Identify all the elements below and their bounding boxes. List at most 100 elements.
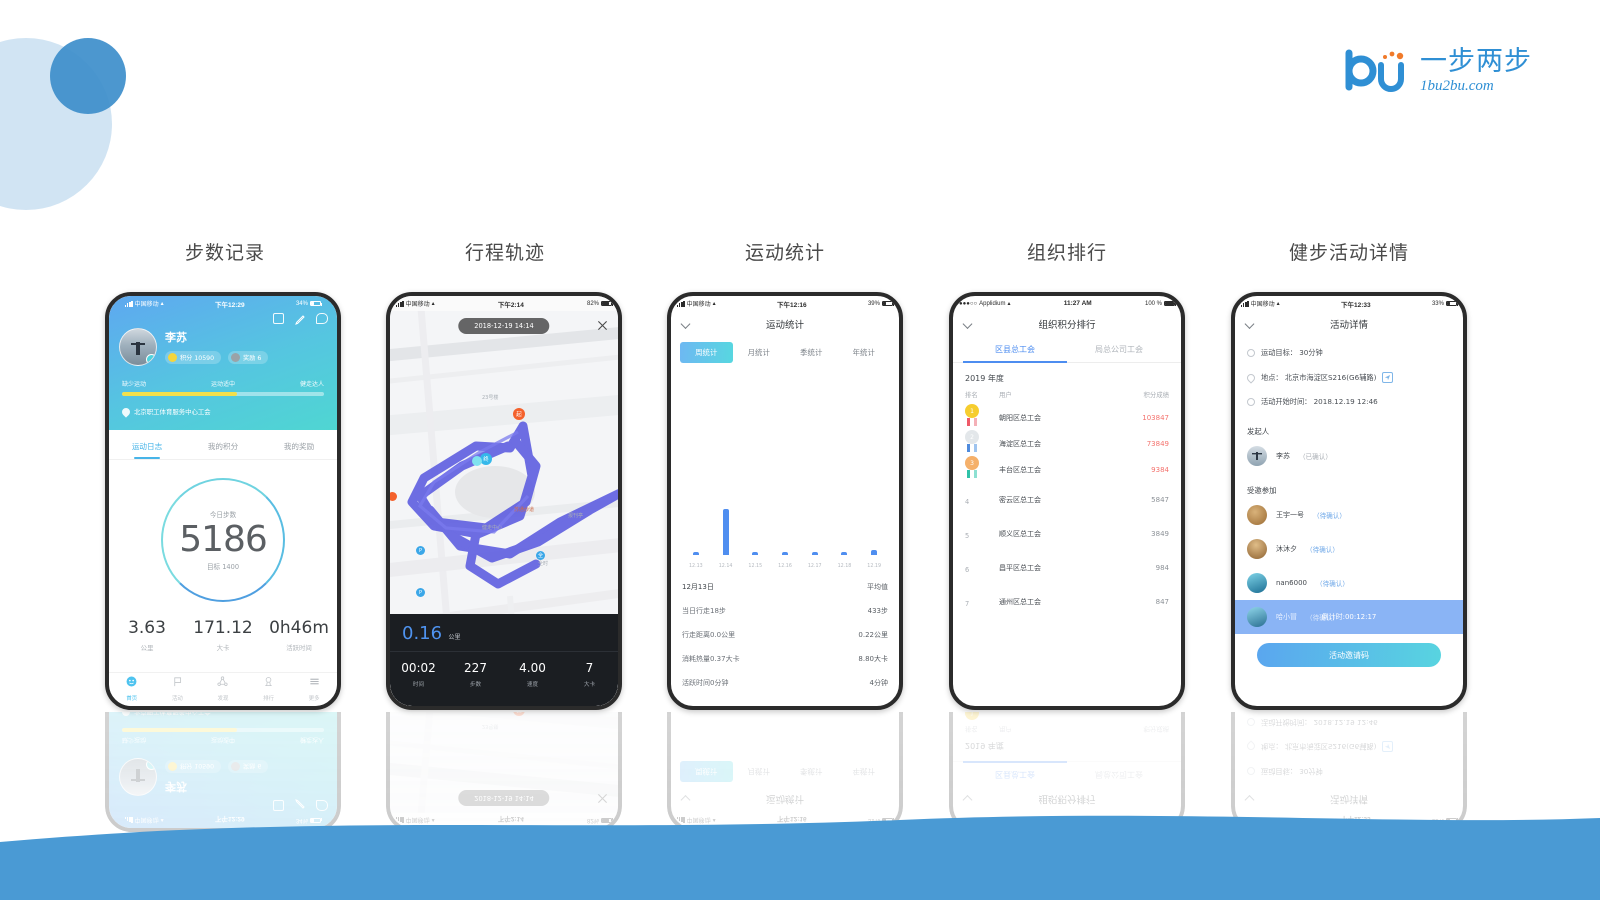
pen-icon[interactable] bbox=[294, 313, 306, 325]
signal-icon bbox=[677, 300, 685, 307]
nav-more[interactable]: 更多 bbox=[309, 674, 320, 702]
tab-year[interactable]: 年统计 bbox=[838, 342, 891, 363]
tab-company-union[interactable]: 局总公司工会 bbox=[1067, 337, 1171, 362]
slide-canvas: 一步两步 1bu2bu.com 步数记录 行程轨迹 运动统计 组织排行 健步活动… bbox=[0, 0, 1600, 900]
location-icon bbox=[1245, 740, 1257, 753]
tab-my-rewards[interactable]: 我的奖励 bbox=[284, 441, 314, 459]
trip-metrics: 00:02 时间 227 步数 4.00 速度 7 大卡 bbox=[390, 652, 618, 688]
wifi-icon: ▴ bbox=[431, 301, 435, 307]
location-icon bbox=[1245, 371, 1257, 384]
trip-speed-value: 4.00 bbox=[519, 661, 546, 675]
table-row[interactable]: 2 海淀区总工会 73849 bbox=[953, 430, 1181, 457]
map-label-store: 全时 bbox=[538, 561, 549, 567]
p4-battery-pct: 100 % bbox=[1144, 300, 1162, 307]
chat-icon[interactable] bbox=[316, 313, 328, 324]
table-row[interactable]: 7 通州区总工会 847 bbox=[953, 585, 1181, 619]
medal-chip[interactable]: 奖励 6 bbox=[228, 351, 269, 364]
trip-calories: 7 大卡 bbox=[561, 661, 618, 688]
table-row[interactable]: 1 朝阳区总工会 103847 bbox=[953, 404, 1181, 431]
nav-discover-label: 发现 bbox=[217, 696, 229, 702]
trip-duration-value: 00:02 bbox=[401, 661, 436, 675]
progress-label-mid: 运动适中 bbox=[210, 381, 235, 388]
tab-exercise-log[interactable]: 运动日志 bbox=[132, 441, 162, 459]
close-icon[interactable] bbox=[597, 318, 608, 331]
table-row[interactable]: 5 顺义区总工会 3849 bbox=[953, 517, 1181, 551]
coin-icon bbox=[168, 762, 177, 771]
nav-ranking-label: 排行 bbox=[263, 696, 274, 702]
rank-cell: 4 bbox=[965, 491, 999, 509]
back-icon[interactable] bbox=[962, 319, 973, 329]
nav-discover[interactable]: 发现 bbox=[217, 674, 228, 702]
back-icon[interactable] bbox=[680, 319, 691, 329]
navigate-icon bbox=[1382, 741, 1394, 752]
map-label-building: 23号楼 bbox=[482, 395, 499, 401]
card-icon[interactable] bbox=[273, 313, 284, 324]
avatar bbox=[119, 758, 157, 796]
nav-ranking[interactable]: 排行 bbox=[263, 674, 274, 702]
table-row[interactable]: 6 昌平区总工会 984 bbox=[953, 551, 1181, 585]
phone-activity-detail: 中国移动 ▴ 下午12:33 33% 活动详情 运动目标： 30分钟 地点： 北… bbox=[1231, 292, 1467, 710]
trip-timestamp-pill: 2018-12-19 14:14 bbox=[458, 318, 550, 334]
p4-navbar: 组织积分排行 bbox=[953, 311, 1181, 337]
p1-tabs: 运动日志 我的积分 我的奖励 bbox=[109, 430, 337, 460]
score-cell: 73849 bbox=[1146, 440, 1169, 448]
stat-distance-value: 3.63 bbox=[128, 618, 166, 638]
chart-bar-12.13 bbox=[681, 499, 711, 555]
tab-year: 年统计 bbox=[852, 767, 875, 776]
p5-navbar: 活动详情 bbox=[1235, 311, 1463, 337]
initiator-name: 李苏 bbox=[1276, 452, 1290, 460]
tab-quarter[interactable]: 季统计 bbox=[785, 342, 838, 363]
info-location-text: 地点： 北京市海淀区S216(G6辅路) bbox=[1261, 372, 1377, 382]
marker-current-position bbox=[472, 456, 482, 466]
row-distance: 行走距离0.0公里 0.22公里 bbox=[682, 623, 888, 647]
info-start-time-text: 活动开始时间： 2018.12.19 12:46 bbox=[1261, 397, 1378, 406]
trip-calories-unit: 大卡 bbox=[583, 682, 596, 688]
clock-icon bbox=[1247, 349, 1255, 357]
chart-bar-12.16 bbox=[770, 499, 800, 555]
navigate-icon[interactable] bbox=[1382, 372, 1394, 383]
menu-icon bbox=[309, 674, 320, 692]
row-steps: 当日行走18步 433步 bbox=[682, 599, 888, 623]
info-start-time: 活动开始时间： 2018.12.19 12:46 bbox=[1247, 390, 1451, 414]
chart-x-labels: 12.13 12.14 12.15 12.16 12.17 12.18 12.19 bbox=[681, 564, 889, 569]
trip-distance-unit: 公里 bbox=[448, 634, 461, 641]
nav-activity[interactable]: 活动 bbox=[172, 674, 183, 702]
back-icon[interactable] bbox=[1244, 319, 1255, 329]
p4-status-bar: ●●●○○ Applidium ▴ 11:27 AM 100 % bbox=[953, 296, 1181, 311]
tab-district-union[interactable]: 区县总工会 bbox=[963, 337, 1067, 363]
trip-distance-value: 0.16 bbox=[402, 623, 443, 644]
row-active-time: 活跃时间0分钟 4分钟 bbox=[682, 671, 888, 695]
p1-chips: 积分 10590 奖励 6 bbox=[165, 351, 327, 364]
ring-top-label: 今日步数 bbox=[209, 511, 237, 520]
table-row[interactable]: 4 密云区总工会 5847 bbox=[953, 483, 1181, 517]
header-score: 积分成绩 bbox=[1143, 391, 1169, 399]
p3-status-bar: 中国移动 ▴ 下午12:16 39% bbox=[671, 296, 899, 311]
p1-progress-bar bbox=[122, 728, 324, 732]
invitee-status-3: （待确认） bbox=[1315, 580, 1349, 588]
avatar-badge-icon bbox=[146, 354, 156, 365]
table-row[interactable]: 3 丰台区总工会 9384 bbox=[953, 456, 1181, 483]
tab-week[interactable]: 周统计 bbox=[680, 342, 733, 363]
points-chip[interactable]: 积分 10590 bbox=[165, 351, 222, 364]
nav-home[interactable]: 首页 bbox=[126, 674, 137, 702]
trip-calories-value: 7 bbox=[585, 661, 594, 675]
chart-bar-12.14 bbox=[711, 499, 741, 555]
tab-my-points[interactable]: 我的积分 bbox=[208, 441, 238, 459]
dots-icon: ●●●○○ bbox=[959, 300, 978, 307]
info-start-time-text: 活动开始时间： 2018.12.19 12:46 bbox=[1261, 718, 1378, 727]
p1-progress-fill bbox=[122, 728, 238, 732]
p4-year-label: 2019 年度 bbox=[965, 374, 1004, 383]
clock-icon bbox=[1247, 767, 1255, 775]
coin-icon bbox=[168, 353, 177, 362]
chart-x-label: 12.16 bbox=[778, 564, 792, 569]
chart-x-label: 12.14 bbox=[718, 564, 733, 569]
p1-clock: 下午12:29 bbox=[215, 301, 245, 309]
caption-org-ranking: 组织排行 bbox=[1026, 242, 1107, 264]
p1-user-name: 李苏 bbox=[165, 331, 187, 344]
activity-invite-code-button[interactable]: 活动邀请码 bbox=[1257, 643, 1441, 667]
section-initiator: 发起人 bbox=[1247, 427, 1270, 436]
avatar[interactable] bbox=[119, 328, 157, 366]
p3-carrier: 中国移动 bbox=[686, 302, 711, 308]
p2-battery-pct: 82% bbox=[586, 300, 599, 307]
tab-month[interactable]: 月统计 bbox=[733, 342, 786, 363]
